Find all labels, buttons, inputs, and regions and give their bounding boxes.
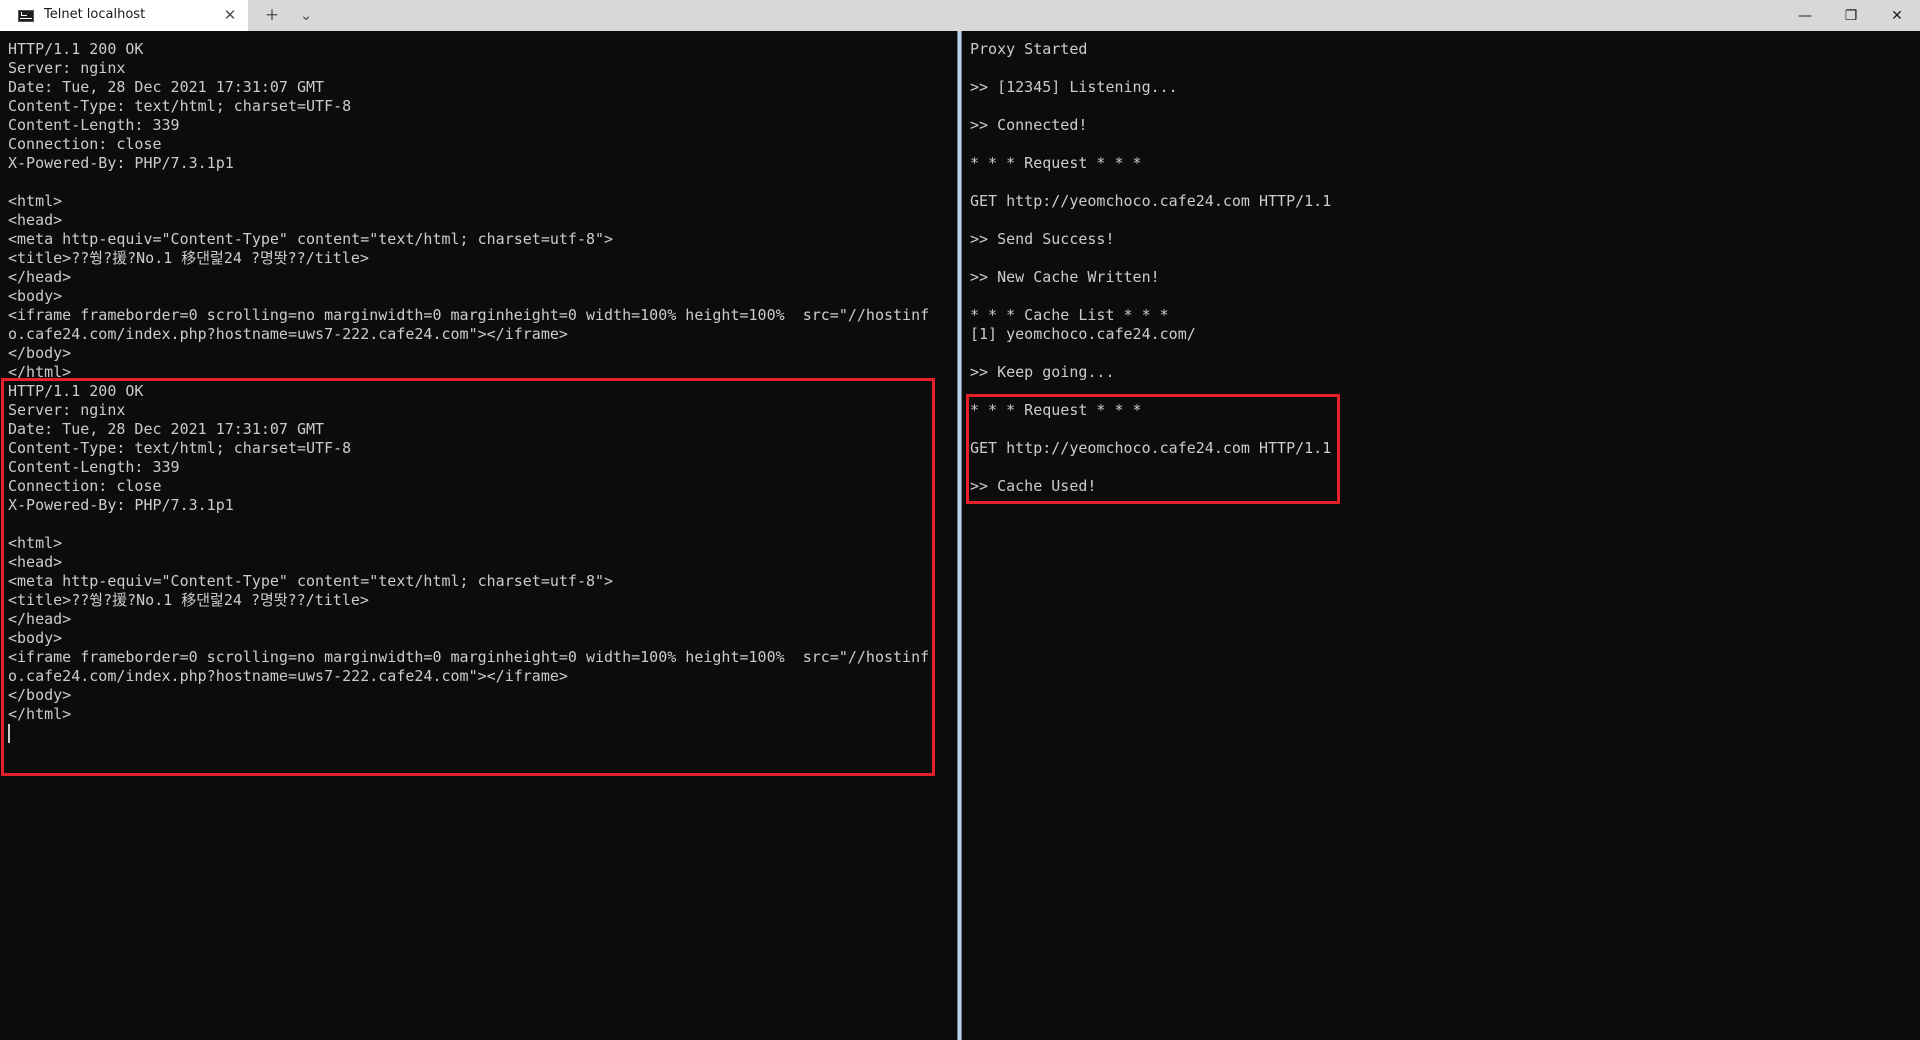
chevron-down-icon[interactable]: ⌄ [296,4,316,26]
highlight-box-cache-used [966,394,1340,504]
terminal-line: <html> [8,192,63,210]
terminal-line: Date: Tue, 28 Dec 2021 17:31:07 GMT [8,78,325,96]
terminal-line: HTTP/1.1 200 OK [8,40,144,58]
title-bar: Telnet localhost ✕ + ⌄ — ❐ ✕ [0,0,1920,31]
terminal-icon [18,10,34,22]
terminal-line: >> New Cache Written! [970,268,1160,286]
terminal-line: [1] yeomchoco.cafe24.com/ [970,325,1196,343]
text-cursor [8,724,10,743]
minimize-button[interactable]: — [1782,0,1828,31]
terminal-line: Content-Length: 339 [8,116,180,134]
terminal-line: o.cafe24.com/index.php?hostname=uws7-222… [8,325,568,343]
terminal-line: >> [12345] Listening... [970,78,1178,96]
terminal-line: Connection: close [8,135,162,153]
terminal-line: * * * Request * * * [970,154,1142,172]
terminal-line: Server: nginx [8,59,126,77]
terminal-line: </body> [8,344,72,362]
terminal-line: GET http://yeomchoco.cafe24.com HTTP/1.1 [970,192,1332,210]
terminal-line: <body> [8,287,63,305]
terminal-line: <meta http-equiv="Content-Type" content=… [8,230,614,248]
terminal-line: </head> [8,268,72,286]
terminal-line: >> Connected! [970,116,1088,134]
terminal-line: >> Keep going... [970,363,1115,381]
terminal-line: X-Powered-By: PHP/7.3.1p1 [8,154,234,172]
terminal-line: <iframe frameborder=0 scrolling=no margi… [8,306,930,324]
terminal-line: <title>??쒕?援?No.1 移댄럹24 ?명똿??/title> [8,249,369,267]
terminal-line: >> Send Success! [970,230,1115,248]
terminal-pane-left[interactable]: HTTP/1.1 200 OK Server: nginx Date: Tue, 2… [0,31,957,1040]
tab-close-icon[interactable]: ✕ [222,6,238,24]
new-tab-button[interactable]: + [262,4,282,26]
terminal-line: Proxy Started [970,40,1088,58]
tab-title: Telnet localhost [44,7,146,22]
terminal-line: * * * Cache List * * * [970,306,1169,324]
tab-telnet-localhost[interactable]: Telnet localhost ✕ [0,0,248,31]
close-window-button[interactable]: ✕ [1874,0,1920,31]
restore-button[interactable]: ❐ [1828,0,1874,31]
pane-splitter-highlight [958,31,961,1040]
terminal-pane-right[interactable]: Proxy Started >> [12345] Listening... >> C… [962,31,1920,1040]
terminal-line: Content-Type: text/html; charset=UTF-8 [8,97,352,115]
highlight-box-response [1,378,935,776]
terminal-line: <head> [8,211,63,229]
